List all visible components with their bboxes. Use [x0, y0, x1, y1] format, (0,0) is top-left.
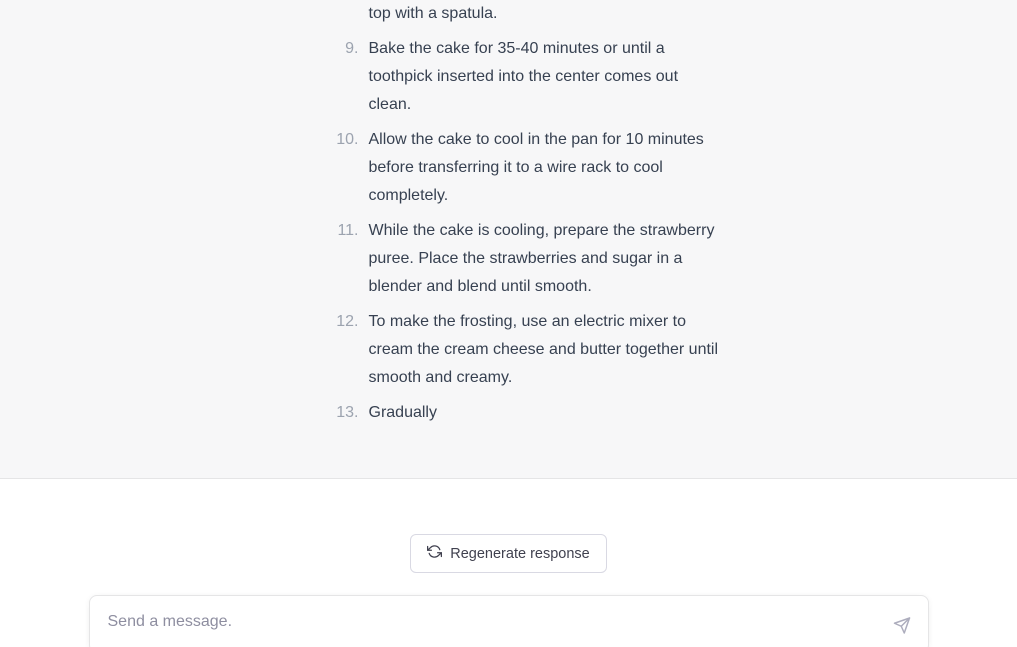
step-number: 9. [323, 35, 359, 63]
message-content: top with a spatula. 9. Bake the cake for… [119, 0, 899, 427]
refresh-icon [427, 544, 442, 563]
assistant-message-block: top with a spatula. 9. Bake the cake for… [0, 0, 1017, 479]
send-icon [893, 622, 911, 637]
list-item: 10. Allow the cake to cool in the pan fo… [369, 126, 719, 210]
step-text: To make the frosting, use an electric mi… [369, 313, 719, 386]
step-number: 13. [323, 399, 359, 427]
send-button[interactable] [889, 612, 915, 641]
composer-area: Regenerate response Free Research Previe… [0, 479, 1017, 647]
step-number: 11. [323, 217, 359, 245]
message-input[interactable] [89, 595, 929, 647]
list-item: 12. To make the frosting, use an electri… [369, 308, 719, 392]
list-item-partial: top with a spatula. [369, 0, 719, 28]
regenerate-label: Regenerate response [450, 546, 589, 562]
regenerate-wrap: Regenerate response [0, 534, 1017, 573]
regenerate-button[interactable]: Regenerate response [410, 534, 606, 573]
recipe-steps-list: 9. Bake the cake for 35-40 minutes or un… [369, 35, 719, 427]
step-text: Gradually [369, 404, 437, 421]
step-number: 10. [323, 126, 359, 154]
step-number: 12. [323, 308, 359, 336]
input-row [89, 595, 929, 647]
step-text: Allow the cake to cool in the pan for 10… [369, 131, 704, 204]
step-text: While the cake is cooling, prepare the s… [369, 222, 715, 295]
step-text: Bake the cake for 35-40 minutes or until… [369, 40, 679, 113]
list-item: 13. Gradually [369, 399, 719, 427]
list-item: 11. While the cake is cooling, prepare t… [369, 217, 719, 301]
list-item: 9. Bake the cake for 35-40 minutes or un… [369, 35, 719, 119]
